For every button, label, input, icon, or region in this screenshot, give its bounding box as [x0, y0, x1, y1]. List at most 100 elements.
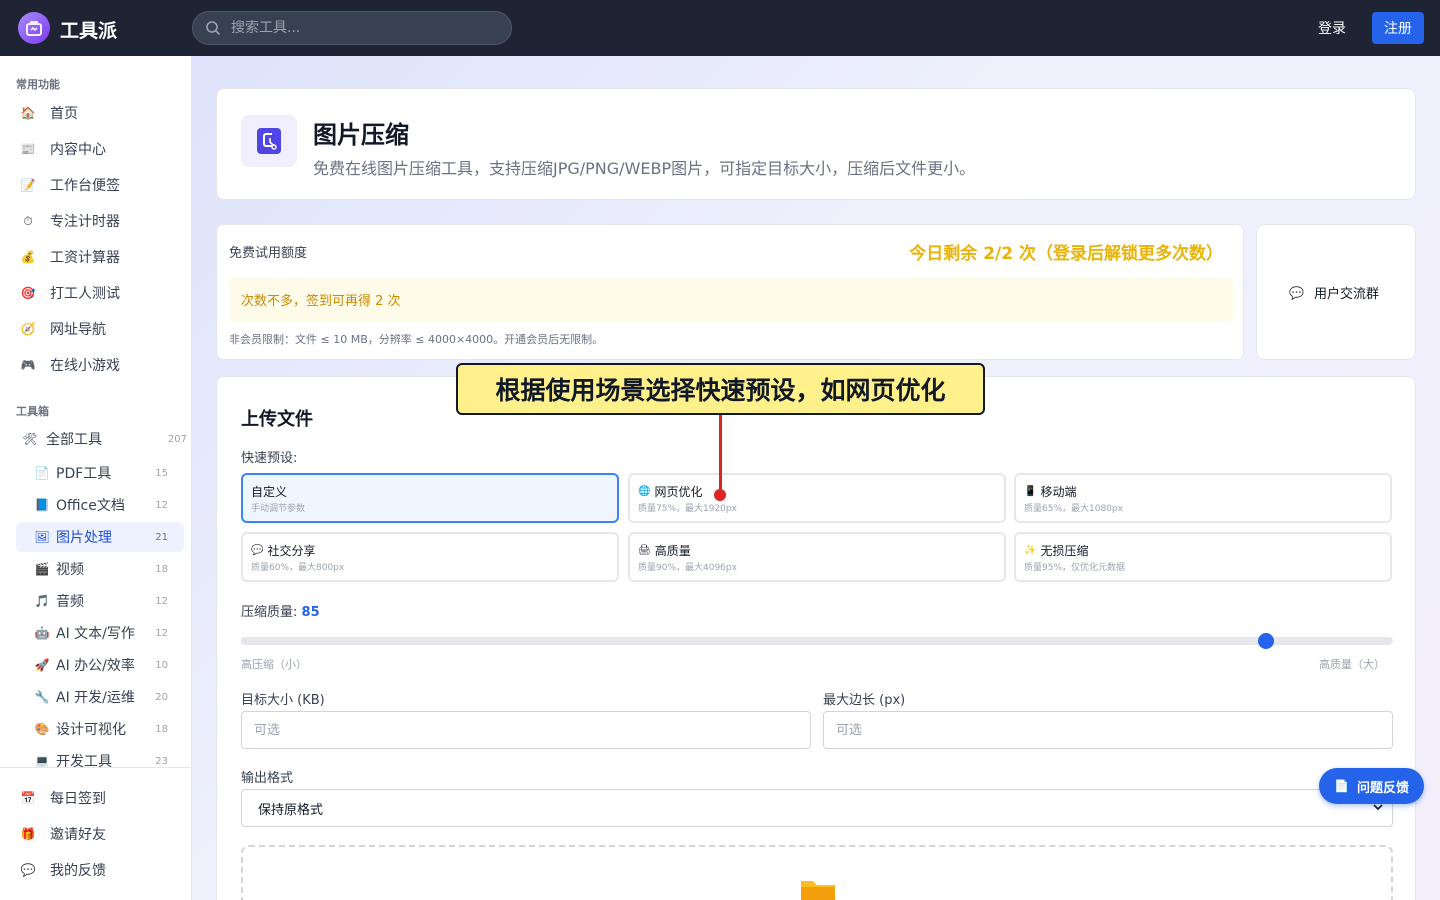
sidebar-item-ai-writing[interactable]: 🤖 AI 文本/写作 12 [16, 618, 184, 648]
sidebar-item-pdf[interactable]: 📄 PDF工具 15 [16, 458, 184, 488]
presets-label: 快速预设: [241, 451, 298, 466]
file-drop-zone[interactable] [241, 845, 1393, 900]
sidebar-item-daily-checkin[interactable]: 📅 每日签到 [16, 783, 184, 813]
preset-desc: 手动调节参数 [251, 504, 306, 514]
search-icon [205, 20, 221, 40]
sidebar-divider [0, 767, 192, 768]
page-description: 免费在线图片压缩工具，支持压缩JPG/PNG/WEBP图片，可指定目标大小，压缩… [313, 159, 976, 178]
preset-name: 社交分享 [267, 544, 316, 558]
section-title-toolbox: 工具箱 [16, 405, 49, 418]
preset-lossless[interactable]: ✨ 无损压缩 质量95%，仅优化元数据 [1014, 532, 1392, 582]
rocket-icon: 🚀 [34, 658, 50, 672]
community-label: 用户交流群 [1313, 287, 1379, 302]
stopwatch-icon: ⏱ [23, 213, 33, 228]
target-size-label: 目标大小 (KB) [241, 693, 325, 708]
preset-name: 高质量 [654, 544, 691, 558]
tutorial-callout: 根据使用场景选择快速预设，如网页优化 [456, 363, 985, 415]
gamepad-icon: 🎮 [20, 358, 36, 372]
top-bar: 工具派 登录 注册 [0, 0, 1440, 56]
preset-desc: 质量75%，最大1920px [638, 504, 737, 514]
sidebar-item-all-tools[interactable]: 🛠 全部工具 207 [16, 424, 187, 454]
feedback-button[interactable]: 📄 问题反馈 [1319, 768, 1424, 804]
image-compress-icon [241, 115, 297, 167]
search-input[interactable] [231, 20, 491, 36]
count-badge: 20 [155, 691, 168, 703]
format-label: 输出格式 [241, 771, 294, 786]
sidebar-item-url-nav[interactable]: 🧭 网址导航 [16, 314, 184, 344]
count-badge: 12 [155, 499, 168, 511]
sidebar-item-office[interactable]: 📘 Office文档 12 [16, 490, 184, 520]
sidebar-item-dev-tools[interactable]: 💻 开发工具 23 [16, 746, 184, 776]
sidebar-item-notes[interactable]: 📝 工作台便签 [16, 170, 184, 200]
count-badge: 15 [155, 467, 168, 479]
folder-icon [799, 875, 837, 900]
app-logo-icon[interactable] [18, 12, 50, 44]
slider-thumb[interactable] [1258, 633, 1275, 649]
preset-high-quality[interactable]: 🖨 高质量 质量90%，最大4096px [628, 532, 1006, 582]
target-size-input[interactable] [241, 711, 811, 749]
sidebar-item-image[interactable]: 🖼 图片处理 21 [16, 522, 184, 552]
checkin-tip: 次数不多，签到可再得 2 次 [229, 277, 1233, 321]
preset-desc: 质量95%，仅优化元数据 [1024, 563, 1126, 573]
quality-slider[interactable] [241, 633, 1393, 649]
speech-bubble-icon: 💬 [20, 863, 36, 877]
section-title-common: 常用功能 [16, 78, 60, 91]
money-bag-icon: 💰 [20, 250, 36, 264]
count-badge: 18 [155, 723, 168, 735]
wrench-icon: 🔧 [34, 690, 50, 704]
preset-name: 自定义 [251, 485, 288, 499]
preset-mobile[interactable]: 📱 移动端 质量65%，最大1080px [1014, 473, 1392, 523]
quota-remaining: 今日剩余 2/2 次（登录后解锁更多次数） [909, 244, 1223, 264]
sidebar-item-salary-calculator[interactable]: 💰 工资计算器 [16, 242, 184, 272]
login-button[interactable]: 登录 [1318, 18, 1346, 38]
image-icon: 🖼 [34, 530, 50, 544]
pdf-icon: 📄 [34, 466, 50, 480]
target-icon: 🎯 [20, 286, 36, 300]
register-button[interactable]: 注册 [1372, 12, 1424, 44]
sparkles-icon: ✨ [1024, 545, 1037, 556]
memo-icon: 📝 [20, 178, 36, 192]
max-edge-input[interactable] [823, 711, 1393, 749]
community-link[interactable]: 💬 用户交流群 [1289, 283, 1379, 303]
page-title: 图片压缩 [313, 121, 409, 149]
sidebar-item-video[interactable]: 🎬 视频 18 [16, 554, 184, 584]
preset-custom[interactable]: 自定义 手动调节参数 [241, 473, 619, 523]
search-box[interactable] [192, 11, 512, 45]
globe-icon: 🌐 [638, 486, 651, 497]
sidebar-item-ai-office[interactable]: 🚀 AI 办公/效率 10 [16, 650, 184, 680]
preset-social-share[interactable]: 💬 社交分享 质量60%，最大800px [241, 532, 619, 582]
sidebar-item-my-feedback[interactable]: 💬 我的反馈 [16, 855, 184, 885]
sidebar-item-mini-games[interactable]: 🎮 在线小游戏 [16, 350, 184, 380]
sidebar-item-design[interactable]: 🎨 设计可视化 18 [16, 714, 184, 744]
count-badge: 12 [155, 595, 168, 607]
preset-desc: 质量90%，最大4096px [638, 563, 737, 573]
app-name[interactable]: 工具派 [60, 16, 117, 43]
sidebar-item-home[interactable]: 🏠 首页 [16, 98, 184, 128]
music-icon: 🎵 [34, 594, 50, 608]
monitor-icon: 💻 [34, 754, 50, 768]
slider-min-label: 高压缩（小） [241, 658, 307, 671]
upload-title: 上传文件 [241, 409, 313, 430]
speech-bubble-icon: 💬 [251, 545, 264, 556]
sidebar-item-worker-test[interactable]: 🎯 打工人测试 [16, 278, 184, 308]
quality-value: 85 [301, 605, 320, 620]
max-edge-label: 最大边长 (px) [823, 693, 906, 708]
compass-icon: 🧭 [20, 322, 36, 336]
office-doc-icon: 📘 [34, 498, 50, 512]
video-icon: 🎬 [34, 562, 50, 576]
preset-web-optimize[interactable]: 🌐 网页优化 质量75%，最大1920px [628, 473, 1006, 523]
mobile-icon: 📱 [1024, 486, 1037, 497]
count-badge: 21 [155, 531, 168, 543]
sidebar-item-audio[interactable]: 🎵 音频 12 [16, 586, 184, 616]
sidebar-item-invite-friends[interactable]: 🎁 邀请好友 [16, 819, 184, 849]
callout-pointer-dot [714, 489, 726, 501]
count-badge: 12 [155, 627, 168, 639]
count-badge: 207 [167, 433, 187, 445]
sidebar-item-ai-devops[interactable]: 🔧 AI 开发/运维 20 [16, 682, 184, 712]
preset-desc: 质量60%，最大800px [251, 563, 345, 573]
community-card[interactable]: 💬 用户交流群 [1256, 224, 1416, 360]
sidebar-item-content-center[interactable]: 📰 内容中心 [16, 134, 184, 164]
quota-limit-note: 非会员限制：文件 ≤ 10 MB，分辨率 ≤ 4000×4000。开通会员后无限… [229, 333, 604, 346]
sidebar-item-focus-timer[interactable]: ⏱ 专注计时器 [16, 206, 184, 236]
output-format-select[interactable]: 保持原格式 [241, 789, 1393, 827]
